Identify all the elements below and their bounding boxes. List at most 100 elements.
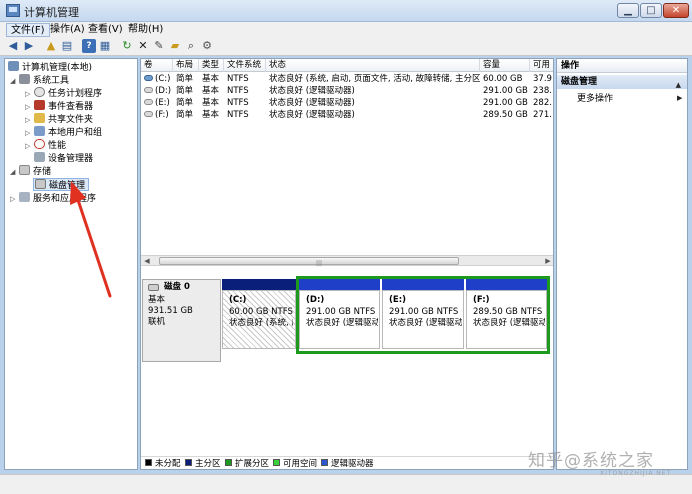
system-drive-icon — [144, 75, 153, 81]
volume-free: 271. — [533, 110, 552, 120]
volume-filesystem: NTFS — [227, 110, 249, 120]
disk-management-icon — [35, 179, 46, 189]
volume-list-header: 卷 布局 类型 文件系统 状态 容量 可用 — [141, 59, 553, 72]
volume-filesystem: NTFS — [227, 98, 249, 108]
legend-swatch — [273, 459, 280, 466]
legend-logical-drive: 逻辑驱动器 — [321, 459, 374, 469]
column-header-layout[interactable]: 布局 — [173, 59, 199, 72]
properties-icon[interactable]: ▦ — [98, 39, 112, 53]
back-arrow-icon[interactable]: ◀ — [6, 39, 20, 53]
tree-item-device-manager[interactable]: 设备管理器 — [34, 152, 93, 165]
disk-size: 931.51 GB — [148, 306, 193, 316]
table-row[interactable]: (F:) 简单 基本 NTFS 状态良好 (逻辑驱动器) 289.50 GB 2… — [141, 109, 553, 121]
volume-capacity: 291.00 GB — [483, 86, 528, 96]
scrollbar-thumb[interactable]: ||| — [159, 257, 459, 267]
scroll-right-icon[interactable]: ▶ — [543, 257, 553, 265]
partition-letter: (C:) — [229, 295, 247, 305]
partition-size: 289.50 GB NTFS — [473, 307, 543, 317]
legend-primary: 主分区 — [185, 459, 221, 469]
table-row[interactable]: (E:) 简单 基本 NTFS 状态良好 (逻辑驱动器) 291.00 GB 2… — [141, 97, 553, 109]
open-folder-icon[interactable]: ▰ — [168, 39, 182, 53]
search-icon[interactable]: ⌕ — [184, 39, 198, 53]
primary-partition-bar — [222, 279, 296, 290]
tree-item-disk-management[interactable]: 磁盘管理 — [33, 178, 90, 191]
users-icon — [34, 126, 45, 136]
menu-action[interactable]: 操作(A) — [46, 23, 89, 37]
expand-arrow-icon[interactable]: ▷ — [25, 140, 34, 153]
settings-icon[interactable]: ⚙ — [200, 39, 214, 53]
partition-legend: 未分配 主分区 扩展分区 可用空间 逻辑驱动器 — [141, 456, 553, 469]
help-icon[interactable]: ? — [82, 39, 96, 53]
drive-icon — [144, 87, 153, 93]
tree-item-storage[interactable]: ◢ 存储 — [10, 165, 51, 178]
drive-icon — [144, 111, 153, 117]
volume-layout: 简单 — [176, 110, 194, 120]
close-button[interactable]: ✕ — [663, 3, 689, 18]
menu-view[interactable]: 查看(V) — [84, 23, 127, 37]
refresh-icon[interactable]: ↻ — [120, 39, 134, 53]
column-header-capacity[interactable]: 容量 — [480, 59, 530, 72]
legend-unallocated: 未分配 — [145, 459, 181, 469]
volume-capacity: 60.00 GB — [483, 74, 523, 84]
device-manager-icon — [34, 152, 45, 162]
column-header-volume[interactable]: 卷 — [141, 59, 173, 72]
column-header-filesystem[interactable]: 文件系统 — [224, 59, 266, 72]
forward-arrow-icon[interactable]: ▶ — [22, 39, 36, 53]
partition-status: 状态良好 (逻辑驱动 — [473, 318, 545, 328]
table-row[interactable]: (C:) 简单 基本 NTFS 状态良好 (系统, 启动, 页面文件, 活动, … — [141, 73, 553, 85]
horizontal-scrollbar[interactable]: ◀ ||| ▶ — [141, 255, 553, 267]
tree-item-event-viewer[interactable]: ▷ 事件查看器 — [25, 100, 93, 113]
scroll-left-icon[interactable]: ◀ — [142, 257, 152, 265]
computer-management-icon — [6, 4, 20, 17]
column-header-free[interactable]: 可用 — [530, 59, 553, 72]
more-actions-link[interactable]: 更多操作 — [577, 93, 613, 105]
partition-e[interactable]: (E:) 291.00 GB NTFS 状态良好 (逻辑驱动 — [382, 279, 464, 349]
volume-type: 基本 — [202, 86, 220, 96]
disk-name: 磁盘 0 — [164, 282, 190, 292]
column-header-type[interactable]: 类型 — [199, 59, 224, 72]
volume-type: 基本 — [202, 110, 220, 120]
partition-letter: (D:) — [306, 295, 325, 305]
show-tree-icon[interactable]: ▤ — [60, 39, 74, 53]
tools-icon — [19, 74, 30, 84]
volume-status: 状态良好 (逻辑驱动器) — [269, 98, 355, 108]
actions-section-disk-management[interactable]: 磁盘管理 ▲ — [557, 75, 687, 89]
up-folder-icon[interactable]: ▲ — [44, 39, 58, 53]
tree-item-services[interactable]: ▷ 服务和应用程序 — [10, 192, 96, 205]
minimize-button[interactable]: ▁ — [617, 3, 639, 18]
actions-header: 操作 — [557, 59, 687, 73]
delete-icon[interactable]: ✕ — [136, 39, 150, 53]
volume-name: (D:) — [155, 86, 172, 96]
rename-icon[interactable]: ✎ — [152, 39, 166, 53]
partition-letter: (E:) — [389, 295, 406, 305]
partition-c[interactable]: (C:) 60.00 GB NTFS 状态良好 (系统, 启 — [222, 279, 296, 349]
disk-icon — [148, 284, 159, 291]
menu-help[interactable]: 帮助(H) — [124, 23, 167, 37]
menu-file[interactable]: 文件(F) — [6, 23, 50, 37]
partition-d[interactable]: (D:) 291.00 GB NTFS 状态良好 (逻辑驱动 — [299, 279, 380, 349]
partition-size: 291.00 GB NTFS — [306, 307, 376, 317]
legend-swatch — [145, 459, 152, 466]
submenu-arrow-icon[interactable]: ▶ — [677, 94, 682, 102]
drive-icon — [144, 99, 153, 105]
tree-item-system-tools[interactable]: ◢ 系统工具 — [10, 74, 69, 87]
volume-name: (F:) — [155, 110, 169, 120]
partition-status: 状态良好 (逻辑驱动 — [306, 318, 378, 328]
logical-drive-bar — [299, 279, 380, 290]
partition-f[interactable]: (F:) 289.50 GB NTFS 状态良好 (逻辑驱动 — [466, 279, 547, 349]
table-row[interactable]: (D:) 简单 基本 NTFS 状态良好 (逻辑驱动器) 291.00 GB 2… — [141, 85, 553, 97]
logical-drive-bar — [382, 279, 464, 290]
collapse-arrow-icon[interactable]: ▲ — [676, 78, 681, 92]
tree-item-shared-folders[interactable]: ▷ 共享文件夹 — [25, 113, 93, 126]
column-header-status[interactable]: 状态 — [266, 59, 480, 72]
tree-item-root[interactable]: 计算机管理(本地) — [8, 61, 92, 74]
collapse-arrow-icon[interactable]: ◢ — [10, 75, 19, 88]
maximize-button[interactable]: □ — [640, 3, 662, 18]
expand-arrow-icon[interactable]: ▷ — [10, 193, 19, 206]
tree-item-task-scheduler[interactable]: ▷ 任务计划程序 — [25, 87, 102, 100]
disk-management-view: 卷 布局 类型 文件系统 状态 容量 可用 (C:) 简单 基本 NTFS 状态… — [140, 58, 554, 470]
tree-item-local-users[interactable]: ▷ 本地用户和组 — [25, 126, 102, 139]
tree-item-performance[interactable]: ▷ 性能 — [25, 139, 66, 152]
collapse-arrow-icon[interactable]: ◢ — [10, 166, 19, 179]
disk-info-panel[interactable]: 磁盘 0 基本 931.51 GB 联机 — [142, 279, 221, 362]
